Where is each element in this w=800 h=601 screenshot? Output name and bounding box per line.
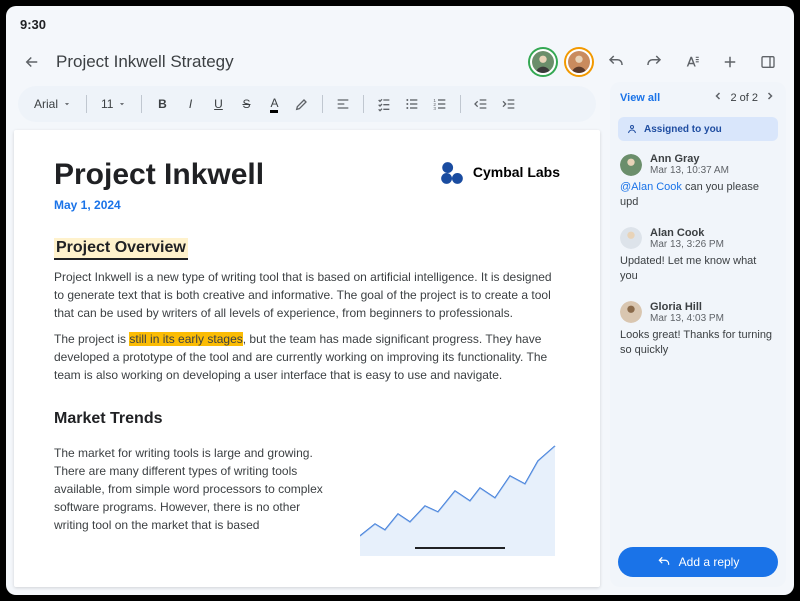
indent-increase-button[interactable] — [497, 92, 521, 116]
mention[interactable]: @Alan Cook — [620, 181, 682, 193]
indent-decrease-button[interactable] — [469, 92, 493, 116]
italic-button[interactable]: I — [178, 92, 202, 116]
numbered-list-button[interactable]: 123 — [428, 92, 452, 116]
para-trends: The market for writing tools is large an… — [54, 444, 336, 556]
comment-1[interactable]: Ann GrayMar 13, 10:37 AM @Alan Cook can … — [610, 145, 786, 219]
pager-next-icon[interactable] — [764, 90, 776, 105]
comment-2[interactable]: Alan CookMar 13, 3:26 PM Updated! Let me… — [610, 219, 786, 293]
highlight-button[interactable] — [290, 92, 314, 116]
strikethrough-button[interactable]: S — [234, 92, 258, 116]
avatar-icon — [620, 154, 642, 176]
font-format-button[interactable] — [678, 48, 706, 76]
comment-3[interactable]: Gloria HillMar 13, 4:03 PM Looks great! … — [610, 293, 786, 367]
underline-button[interactable]: U — [206, 92, 230, 116]
checklist-button[interactable] — [372, 92, 396, 116]
para-overview-1: Project Inkwell is a new type of writing… — [54, 268, 560, 322]
font-size-select[interactable]: 11 — [95, 92, 133, 116]
undo-button[interactable] — [602, 48, 630, 76]
text-color-button[interactable]: A — [262, 92, 286, 116]
highlighted-text: still in its early stages — [129, 332, 242, 346]
trend-chart — [360, 436, 560, 556]
panel-toggle-button[interactable] — [754, 48, 782, 76]
document-page[interactable]: Cymbal Labs Project Inkwell May 1, 2024 … — [14, 130, 600, 587]
avatar-icon — [620, 301, 642, 323]
add-button[interactable] — [716, 48, 744, 76]
collaborator-avatar-1[interactable] — [530, 49, 556, 75]
brand-logo: Cymbal Labs — [439, 160, 560, 186]
para-overview-2: The project is still in its early stages… — [54, 330, 560, 384]
pager-prev-icon[interactable] — [712, 90, 724, 105]
add-reply-button[interactable]: Add a reply — [618, 547, 778, 577]
avatar-icon — [620, 227, 642, 249]
back-button[interactable] — [18, 48, 46, 76]
brand-name: Cymbal Labs — [473, 165, 560, 180]
redo-button[interactable] — [640, 48, 668, 76]
assigned-badge: Assigned to you — [618, 117, 778, 141]
font-select[interactable]: Arial — [28, 92, 78, 116]
bulleted-list-button[interactable] — [400, 92, 424, 116]
bold-button[interactable]: B — [150, 92, 174, 116]
document-name[interactable]: Project Inkwell Strategy — [56, 52, 234, 72]
title-bar: Project Inkwell Strategy — [6, 42, 794, 82]
svg-text:3: 3 — [434, 106, 437, 111]
collaborator-avatar-2[interactable] — [566, 49, 592, 75]
brand-mark-icon — [439, 160, 465, 186]
status-time: 9:30 — [20, 17, 46, 32]
status-bar: 9:30 — [6, 6, 794, 42]
reply-icon — [657, 555, 671, 569]
format-toolbar: Arial 11 B I U S A 123 — [18, 86, 596, 122]
pager-label: 2 of 2 — [730, 92, 758, 104]
doc-date: May 1, 2024 — [54, 198, 560, 212]
align-button[interactable] — [331, 92, 355, 116]
heading-overview: Project Overview — [54, 238, 188, 260]
view-all-link[interactable]: View all — [620, 92, 660, 104]
comment-panel: View all 2 of 2 Assigned to you Ann Gray… — [610, 82, 786, 587]
heading-trends: Market Trends — [54, 410, 560, 428]
person-icon — [626, 123, 638, 135]
